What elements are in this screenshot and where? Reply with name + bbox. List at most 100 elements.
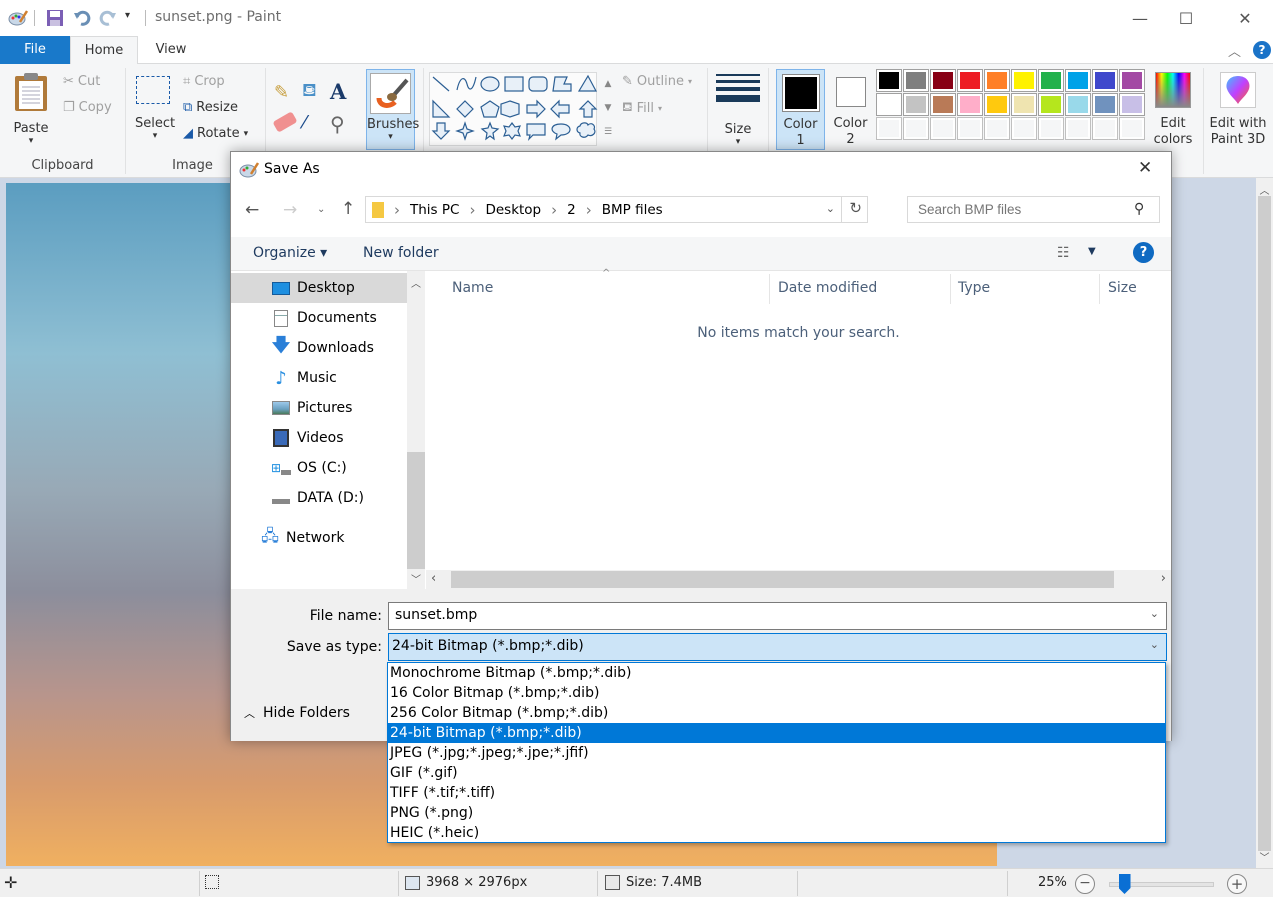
rotate-button[interactable]: ◢ Rotate ▾ xyxy=(183,126,248,141)
scroll-up-icon[interactable]: ︿ xyxy=(1256,182,1273,197)
crop-button[interactable]: ⌗ Crop xyxy=(183,74,225,89)
select-dropdown-icon[interactable]: ▾ xyxy=(135,131,175,141)
nav-item-videos[interactable]: Videos xyxy=(231,423,407,453)
shapes-scroll[interactable]: ▲ ▼ ☰ xyxy=(599,72,617,146)
zoom-slider-thumb[interactable] xyxy=(1118,874,1131,894)
view-options-icon[interactable]: ☷ xyxy=(1057,245,1070,261)
view-dropdown-icon[interactable]: ▼ xyxy=(1088,246,1096,257)
zoom-in-button[interactable]: + xyxy=(1227,874,1247,894)
paste-dropdown-icon[interactable]: ▾ xyxy=(12,136,50,146)
canvas-vertical-scrollbar[interactable]: ︿ ﹀ xyxy=(1256,178,1273,868)
palette-color-swatch[interactable] xyxy=(1011,69,1037,92)
save-icon[interactable] xyxy=(46,8,64,28)
minimize-button[interactable]: — xyxy=(1117,0,1163,36)
save-type-option[interactable]: JPEG (*.jpg;*.jpeg;*.jpe;*.jfif) xyxy=(388,743,1165,763)
breadcrumb-item[interactable]: This PC xyxy=(404,202,465,218)
breadcrumb-separator-icon[interactable]: › xyxy=(465,201,479,219)
palette-custom-slot[interactable] xyxy=(1011,117,1037,140)
customize-dropdown-icon[interactable]: ▾ xyxy=(125,10,130,21)
recent-locations-button[interactable]: ⌄ xyxy=(317,204,325,215)
palette-color-swatch[interactable] xyxy=(1092,69,1118,92)
hide-folders-button[interactable]: ︿ Hide Folders xyxy=(244,705,350,721)
resize-button[interactable]: ⧉ Resize xyxy=(183,100,238,115)
redo-icon[interactable] xyxy=(99,8,117,28)
palette-color-swatch[interactable] xyxy=(930,93,956,116)
brushes-button[interactable]: Brushes ▾ xyxy=(366,69,419,150)
nav-item-os-c[interactable]: ⊞ OS (C:) xyxy=(231,453,407,483)
tab-file[interactable]: File xyxy=(0,36,70,64)
save-type-option[interactable]: TIFF (*.tif;*.tiff) xyxy=(388,783,1165,803)
scroll-down-icon[interactable]: ﹀ xyxy=(407,571,425,586)
organize-button[interactable]: Organize ▾ xyxy=(253,245,327,261)
palette-color-swatch[interactable] xyxy=(957,69,983,92)
zoom-slider[interactable] xyxy=(1109,874,1214,894)
fill-bucket-icon[interactable]: ⛾ xyxy=(302,80,317,104)
text-tool-icon[interactable]: A xyxy=(330,79,346,104)
collapse-ribbon-icon[interactable]: ︿ xyxy=(1228,41,1241,60)
palette-color-swatch[interactable] xyxy=(876,93,902,116)
nav-pane-scrollbar[interactable]: ︿ ﹀ xyxy=(407,271,425,589)
palette-custom-slot[interactable] xyxy=(957,117,983,140)
file-list-horizontal-scrollbar[interactable]: ‹ › xyxy=(426,570,1171,589)
nav-item-downloads[interactable]: 🡇 Downloads xyxy=(231,333,407,363)
nav-item-documents[interactable]: Documents xyxy=(231,303,407,333)
palette-color-swatch[interactable] xyxy=(876,69,902,92)
nav-item-music[interactable]: ♪ Music xyxy=(231,363,407,393)
scroll-thumb[interactable] xyxy=(407,452,425,569)
palette-custom-slot[interactable] xyxy=(903,117,929,140)
pencil-icon[interactable]: ✎ xyxy=(274,82,289,103)
palette-custom-slot[interactable] xyxy=(1038,117,1064,140)
nav-item-data-d[interactable]: DATA (D:) xyxy=(231,483,407,513)
breadcrumb-separator-icon[interactable]: › xyxy=(582,201,596,219)
save-type-option[interactable]: PNG (*.png) xyxy=(388,803,1165,823)
scroll-down-icon[interactable]: ▼ xyxy=(599,96,617,120)
column-date-modified[interactable]: Date modified xyxy=(778,280,877,296)
save-type-option[interactable]: 256 Color Bitmap (*.bmp;*.dib) xyxy=(388,703,1165,723)
save-type-option[interactable]: 24-bit Bitmap (*.bmp;*.dib) xyxy=(388,723,1165,743)
scroll-up-icon[interactable]: ▲ xyxy=(599,72,617,96)
save-type-option[interactable]: Monochrome Bitmap (*.bmp;*.dib) xyxy=(388,663,1165,683)
paste-button[interactable]: Paste ▾ xyxy=(12,72,50,146)
scroll-left-icon[interactable]: ‹ xyxy=(431,571,436,586)
palette-custom-slot[interactable] xyxy=(930,117,956,140)
palette-color-swatch[interactable] xyxy=(984,69,1010,92)
refresh-icon[interactable]: ↻ xyxy=(849,199,862,217)
palette-color-swatch[interactable] xyxy=(1038,69,1064,92)
palette-custom-slot[interactable] xyxy=(1065,117,1091,140)
file-name-dropdown-icon[interactable]: ⌄ xyxy=(1150,607,1159,620)
search-input[interactable] xyxy=(907,196,1160,223)
palette-color-swatch[interactable] xyxy=(930,69,956,92)
scroll-right-icon[interactable]: › xyxy=(1161,571,1166,586)
back-button[interactable]: ← xyxy=(245,200,259,220)
new-folder-button[interactable]: New folder xyxy=(363,245,439,261)
file-name-input[interactable]: sunset.bmp ⌄ xyxy=(388,602,1167,630)
select-button[interactable]: Select ▾ xyxy=(135,76,175,141)
palette-custom-slot[interactable] xyxy=(1119,117,1145,140)
edit-with-paint3d-button[interactable]: Edit with Paint 3D xyxy=(1207,72,1269,148)
outline-button[interactable]: ✎ Outline ▾ xyxy=(622,74,692,89)
nav-item-pictures[interactable]: Pictures xyxy=(231,393,407,423)
palette-color-swatch[interactable] xyxy=(903,93,929,116)
zoom-out-button[interactable]: − xyxy=(1075,874,1095,894)
cut-button[interactable]: ✂ Cut xyxy=(63,74,100,89)
breadcrumb-separator-icon[interactable]: › xyxy=(547,201,561,219)
breadcrumb-item[interactable]: 2 xyxy=(561,202,582,218)
undo-icon[interactable] xyxy=(73,8,91,28)
palette-color-swatch[interactable] xyxy=(1065,69,1091,92)
palette-color-swatch[interactable] xyxy=(984,93,1010,116)
column-type[interactable]: Type xyxy=(958,280,990,296)
palette-custom-slot[interactable] xyxy=(876,117,902,140)
scroll-thumb[interactable] xyxy=(451,571,1114,588)
palette-color-swatch[interactable] xyxy=(957,93,983,116)
palette-custom-slot[interactable] xyxy=(984,117,1010,140)
address-dropdown-icon[interactable]: ⌄ xyxy=(826,202,835,215)
size-button[interactable]: Size ▾ xyxy=(716,72,760,147)
palette-color-swatch[interactable] xyxy=(1119,69,1145,92)
color1-button[interactable]: Color 1 xyxy=(776,69,825,150)
magnifier-icon[interactable]: ⚲ xyxy=(330,112,345,136)
save-as-type-select[interactable]: 24-bit Bitmap (*.bmp;*.dib) ⌄ xyxy=(388,633,1167,661)
breadcrumb-separator-icon[interactable]: › xyxy=(390,201,404,219)
scroll-down-icon[interactable]: ﹀ xyxy=(1256,849,1273,864)
breadcrumb-item[interactable]: BMP files xyxy=(596,202,669,218)
palette-color-swatch[interactable] xyxy=(1065,93,1091,116)
